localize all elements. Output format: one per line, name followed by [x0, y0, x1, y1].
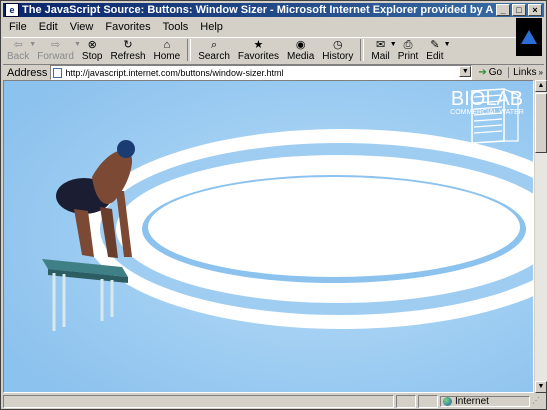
stop-icon: ⊗ — [87, 39, 97, 51]
media-label: Media — [287, 51, 315, 62]
links-chevron-icon: » — [538, 68, 543, 77]
resize-grip-icon[interactable]: ⋰ — [532, 396, 544, 407]
page-icon — [53, 67, 63, 78]
menu-bar: File Edit View Favorites Tools Help — [3, 18, 513, 36]
search-label: Search — [198, 51, 230, 62]
media-button[interactable]: ◉ Media — [283, 38, 318, 62]
go-arrow-icon: ➔ — [478, 67, 487, 78]
toolbar-separator — [360, 39, 365, 61]
menu-help[interactable]: Help — [194, 21, 229, 33]
maximize-button[interactable]: □ — [512, 4, 526, 16]
refresh-button[interactable]: ↻ Refresh — [107, 38, 150, 62]
back-label: Back — [7, 51, 30, 62]
menu-favorites[interactable]: Favorites — [99, 21, 156, 33]
search-button[interactable]: ⌕ Search — [194, 38, 234, 62]
refresh-label: Refresh — [110, 51, 146, 62]
pool-illustration — [4, 81, 533, 392]
favorites-button[interactable]: ★ Favorites — [234, 38, 283, 62]
print-button[interactable]: ⎙ Print — [394, 38, 423, 62]
biolab-logo-name: BIOLAB — [450, 88, 524, 110]
home-label: Home — [153, 51, 181, 62]
toolbar-separator — [187, 39, 192, 61]
edit-icon: ✎ — [430, 39, 440, 51]
back-arrow-icon: ⇦ — [13, 39, 23, 51]
favorites-icon: ★ — [253, 39, 264, 51]
menu-view[interactable]: View — [64, 21, 100, 33]
ie-throbber-logo — [516, 18, 542, 56]
home-button[interactable]: ⌂ Home — [150, 38, 185, 62]
links-button[interactable]: Links » — [508, 67, 543, 78]
zone-label: Internet — [455, 396, 489, 407]
search-icon: ⌕ — [210, 39, 218, 51]
globe-icon — [443, 397, 452, 406]
home-icon: ⌂ — [163, 39, 171, 51]
status-cell — [396, 395, 416, 408]
status-bar: Internet ⋰ — [3, 395, 544, 408]
print-icon: ⎙ — [403, 39, 413, 51]
menu-edit[interactable]: Edit — [33, 21, 64, 33]
vertical-scrollbar[interactable]: ▲ ▼ — [535, 80, 547, 393]
scroll-up-arrow-icon[interactable]: ▲ — [535, 80, 547, 92]
go-button[interactable]: ➔ Go — [478, 67, 502, 78]
ie-page-icon: e — [5, 3, 19, 17]
forward-arrow-icon: ⇨ — [50, 39, 61, 51]
page-content[interactable]: BIOLAB COMMERCIAL WATER — [3, 80, 534, 393]
forward-label: Forward — [37, 51, 74, 62]
history-label: History — [322, 51, 354, 62]
standard-toolbar: ⇦ Back ▼ ⇨ Forward ▼ ⊗ Stop ↻ Refresh ⌂ … — [3, 37, 516, 64]
address-dropdown-icon[interactable]: ▼ — [459, 66, 472, 77]
window-title: The JavaScript Source: Buttons: Window S… — [22, 4, 494, 16]
security-zone: Internet — [440, 396, 530, 407]
stop-button[interactable]: ⊗ Stop — [78, 38, 107, 62]
scroll-down-arrow-icon[interactable]: ▼ — [535, 381, 547, 393]
address-url[interactable]: http://javascript.internet.com/buttons/w… — [65, 68, 283, 78]
mail-label: Mail — [371, 51, 390, 62]
favorites-label: Favorites — [237, 51, 280, 62]
media-icon: ◉ — [295, 39, 306, 51]
browser-window: e The JavaScript Source: Buttons: Window… — [0, 0, 547, 410]
biolab-logo-subtitle: COMMERCIAL WATER — [450, 109, 524, 116]
swimmer-cap — [117, 140, 135, 158]
ie-logo-icon — [521, 30, 537, 44]
refresh-icon: ↻ — [123, 39, 133, 51]
address-label: Address — [7, 66, 48, 79]
minimize-button[interactable]: _ — [496, 4, 510, 16]
forward-button[interactable]: ⇨ Forward ▼ — [33, 38, 81, 62]
scrollbar-thumb[interactable] — [535, 93, 547, 153]
edit-dropdown-icon[interactable]: ▼ — [444, 41, 451, 48]
back-button[interactable]: ⇦ Back ▼ — [3, 38, 36, 62]
status-text — [3, 395, 394, 408]
center-oval — [148, 177, 520, 277]
title-bar[interactable]: e The JavaScript Source: Buttons: Window… — [3, 3, 544, 17]
print-label: Print — [397, 51, 419, 62]
close-button[interactable]: × — [528, 4, 542, 16]
biolab-logo[interactable]: BIOLAB COMMERCIAL WATER — [444, 89, 530, 117]
address-input[interactable]: http://javascript.internet.com/buttons/w… — [50, 65, 473, 80]
history-icon: ◷ — [333, 39, 343, 51]
status-cell — [418, 395, 438, 408]
edit-label: Edit — [426, 51, 444, 62]
menu-file[interactable]: File — [3, 21, 33, 33]
stop-label: Stop — [81, 51, 103, 62]
mail-icon: ✉ — [375, 39, 386, 51]
mail-button[interactable]: ✉ Mail ▼ — [367, 38, 396, 62]
menu-tools[interactable]: Tools — [157, 21, 195, 33]
links-label: Links — [513, 67, 537, 78]
go-label: Go — [488, 67, 503, 78]
address-bar: Address http://javascript.internet.com/b… — [3, 64, 544, 80]
history-button[interactable]: ◷ History — [318, 38, 357, 62]
edit-button[interactable]: ✎ Edit ▼ — [422, 38, 450, 62]
